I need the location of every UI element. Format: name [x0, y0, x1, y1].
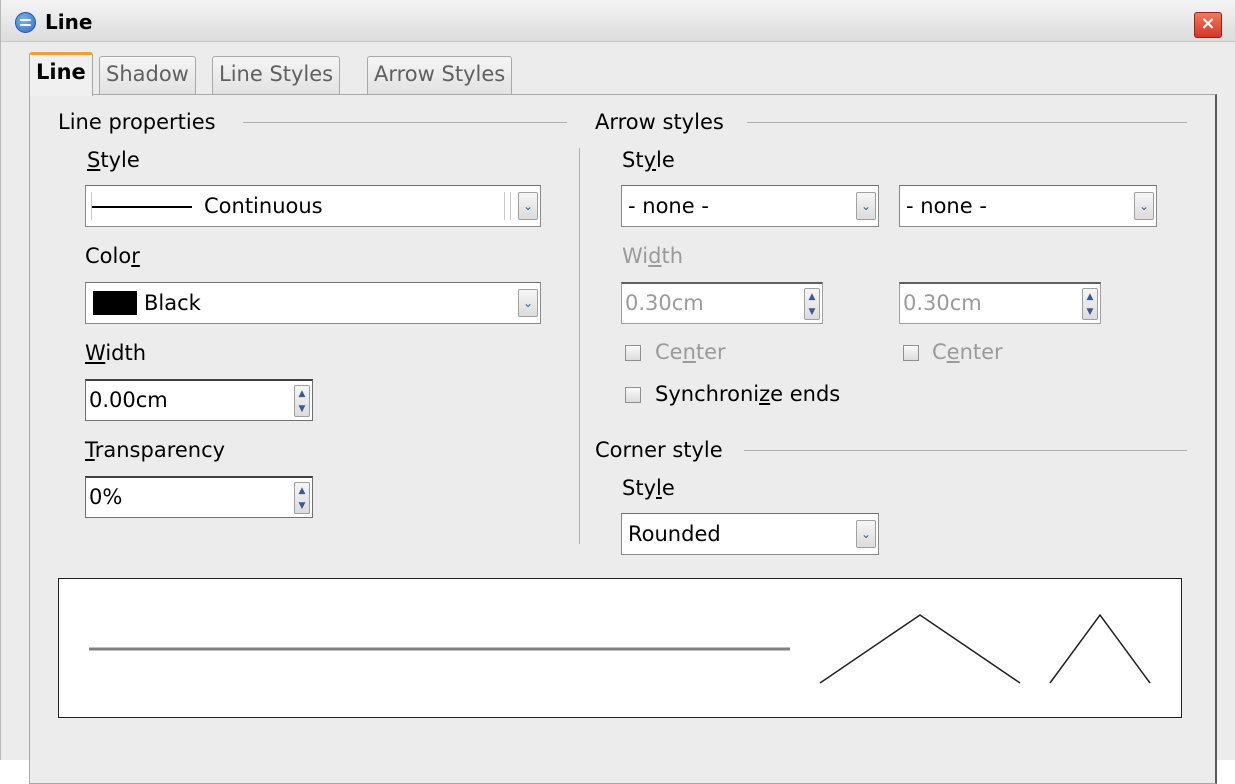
chevron-up-icon[interactable]: ▲: [805, 290, 819, 304]
spin-buttons[interactable]: ▲ ▼: [294, 482, 310, 514]
center-start-checkbox[interactable]: [625, 345, 641, 361]
width-label: Width: [85, 341, 147, 365]
section-divider: [243, 122, 567, 123]
chevron-down-icon[interactable]: ⌄: [856, 192, 876, 220]
line-style-label: Style: [87, 148, 140, 172]
combo-separator: [510, 192, 511, 220]
chevron-up-icon[interactable]: ▲: [295, 484, 309, 498]
color-select[interactable]: Black ⌄: [85, 282, 541, 324]
line-style-value: Continuous: [204, 194, 323, 218]
combo-left-edge: [91, 192, 92, 220]
combo-separator: [504, 192, 505, 220]
arrow-start-value: - none -: [628, 194, 709, 218]
synchronize-ends-label: Synchronize ends: [655, 382, 841, 406]
section-divider: [744, 450, 1187, 451]
arrow-end-select[interactable]: - none - ⌄: [899, 185, 1157, 227]
corner-style-value: Rounded: [628, 522, 721, 546]
spin-buttons[interactable]: ▲ ▼: [804, 288, 820, 320]
chevron-up-icon[interactable]: ▲: [1083, 290, 1097, 304]
center-end-checkbox[interactable]: [903, 345, 919, 361]
arrow-start-width-spinbox[interactable]: 0.30cm ▲ ▼: [621, 282, 823, 324]
center-start-label: Center: [655, 340, 726, 364]
transparency-label: Transparency: [85, 438, 226, 462]
line-style-sample: [92, 206, 192, 208]
width-spinbox[interactable]: 0.00cm ▲ ▼: [85, 379, 313, 421]
arrow-start-width-value: 0.30cm: [625, 291, 704, 315]
chevron-down-icon[interactable]: ▼: [1083, 305, 1097, 319]
arrow-end-value: - none -: [906, 194, 987, 218]
corner-style-label: Style: [622, 476, 675, 500]
transparency-spinbox[interactable]: 0% ▲ ▼: [85, 476, 313, 518]
chevron-down-icon[interactable]: ⌄: [1134, 192, 1154, 220]
spin-buttons[interactable]: ▲ ▼: [294, 385, 310, 417]
color-value: Black: [144, 291, 201, 315]
panel-content: Line properties Style Continuous ⌄ Color…: [1, 0, 1235, 760]
arrow-end-width-value: 0.30cm: [903, 291, 982, 315]
chevron-down-icon[interactable]: ⌄: [518, 289, 538, 317]
chevron-down-icon[interactable]: ▼: [295, 402, 309, 416]
synchronize-ends-checkbox[interactable]: [625, 387, 641, 403]
chevron-up-icon[interactable]: ▲: [295, 387, 309, 401]
transparency-value: 0%: [89, 485, 123, 509]
color-swatch: [93, 291, 137, 315]
chevron-down-icon[interactable]: ⌄: [856, 520, 876, 548]
spin-buttons[interactable]: ▲ ▼: [1082, 288, 1098, 320]
arrow-end-width-spinbox[interactable]: 0.30cm ▲ ▼: [899, 282, 1101, 324]
section-divider: [747, 122, 1187, 123]
arrow-start-select[interactable]: - none - ⌄: [621, 185, 879, 227]
arrow-style-label: Style: [622, 148, 675, 172]
corner-style-select[interactable]: Rounded ⌄: [621, 513, 879, 555]
color-label: Color: [85, 244, 140, 268]
corner-style-heading: Corner style: [595, 438, 723, 462]
arrow-width-label: Width: [622, 244, 684, 268]
arrow-styles-heading: Arrow styles: [595, 110, 724, 134]
center-end-label: Center: [932, 340, 1003, 364]
column-divider: [579, 148, 580, 544]
chevron-down-icon[interactable]: ▼: [805, 305, 819, 319]
line-style-select[interactable]: Continuous ⌄: [85, 185, 541, 227]
width-value: 0.00cm: [89, 388, 168, 412]
line-properties-heading: Line properties: [58, 110, 216, 134]
line-dialog: Line × Line Shadow Line Styles Arrow Sty…: [0, 0, 1235, 784]
chevron-down-icon[interactable]: ⌄: [518, 192, 538, 220]
chevron-down-icon[interactable]: ▼: [295, 499, 309, 513]
